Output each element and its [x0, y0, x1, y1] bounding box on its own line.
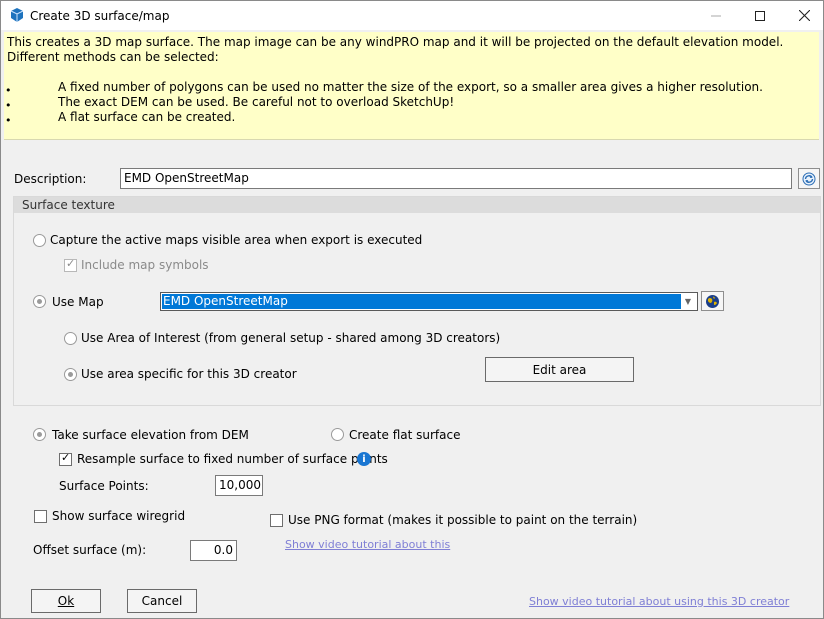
offset-surface-input[interactable]: 0.0: [190, 540, 237, 561]
chevron-down-icon[interactable]: ▼: [681, 294, 695, 309]
resample-label: Resample surface to fixed number of surf…: [77, 452, 388, 466]
video-tutorial-link[interactable]: Show video tutorial about using this 3D …: [529, 595, 789, 608]
maximize-button[interactable]: [738, 1, 782, 30]
bullet-dot: •: [5, 84, 12, 97]
bullet-dot: •: [5, 99, 12, 112]
include-map-symbols-label: Include map symbols: [81, 258, 209, 272]
flat-surface-label: Create flat surface: [349, 428, 461, 442]
map-select[interactable]: EMD OpenStreetMap ▼: [160, 292, 698, 311]
use-map-label: Use Map: [52, 295, 104, 309]
title-bar[interactable]: Create 3D surface/map: [1, 1, 823, 30]
refresh-description-button[interactable]: [798, 168, 820, 189]
png-format-checkbox[interactable]: [270, 514, 283, 527]
edit-area-button[interactable]: Edit area: [485, 357, 634, 382]
area-of-interest-radio[interactable]: [64, 332, 77, 345]
area-specific-label: Use area specific for this 3D creator: [81, 367, 297, 381]
capture-visible-area-radio[interactable]: [33, 234, 46, 247]
flat-surface-radio[interactable]: [331, 428, 344, 441]
globe-icon: [706, 294, 719, 308]
dialog-window: Create 3D surface/map This creates a 3D …: [0, 0, 824, 619]
maximize-icon: [755, 10, 765, 21]
resample-checkbox[interactable]: ✓: [59, 451, 72, 466]
info-icon[interactable]: i: [357, 452, 371, 466]
surface-texture-title: Surface texture: [22, 198, 115, 212]
info-bullet: A fixed number of polygons can be used n…: [58, 80, 763, 94]
window-title: Create 3D surface/map: [30, 9, 170, 23]
info-intro: This creates a 3D map surface. The map i…: [7, 35, 784, 64]
cancel-button[interactable]: Cancel: [127, 589, 197, 613]
wiregrid-checkbox[interactable]: [34, 510, 47, 523]
surface-texture-header: Surface texture: [14, 197, 820, 213]
surface-points-input[interactable]: 10,000: [215, 475, 263, 496]
include-map-symbols-checkbox[interactable]: ✓: [64, 257, 77, 272]
map-select-value: EMD OpenStreetMap: [162, 294, 681, 309]
wiregrid-label: Show surface wiregrid: [52, 509, 186, 523]
close-button[interactable]: [782, 1, 824, 30]
description-label: Description:: [14, 172, 87, 186]
close-icon: [798, 10, 810, 21]
description-input[interactable]: EMD OpenStreetMap: [120, 168, 792, 189]
refresh-icon: [802, 172, 816, 185]
info-bullet: A flat surface can be created.: [58, 110, 236, 124]
elevation-from-dem-radio[interactable]: [33, 428, 46, 441]
area-of-interest-label: Use Area of Interest (from general setup…: [81, 331, 501, 345]
map-globe-button[interactable]: [701, 291, 724, 311]
surface-points-label: Surface Points:: [59, 479, 149, 493]
bullet-dot: •: [5, 114, 12, 127]
area-specific-radio[interactable]: [64, 368, 77, 381]
app-icon: [10, 8, 24, 22]
elevation-from-dem-label: Take surface elevation from DEM: [52, 428, 249, 442]
minimize-icon: [711, 15, 721, 16]
offset-surface-label: Offset surface (m):: [33, 543, 147, 557]
video-tutorial-link-small[interactable]: Show video tutorial about this: [285, 538, 450, 551]
info-panel: This creates a 3D map surface. The map i…: [4, 32, 819, 140]
minimize-button[interactable]: [694, 1, 738, 30]
info-bullet: The exact DEM can be used. Be careful no…: [58, 95, 455, 109]
png-format-label: Use PNG format (makes it possible to pai…: [288, 513, 638, 527]
capture-visible-area-label: Capture the active maps visible area whe…: [50, 233, 423, 247]
ok-button[interactable]: Ok: [31, 589, 101, 613]
use-map-radio[interactable]: [33, 295, 46, 308]
